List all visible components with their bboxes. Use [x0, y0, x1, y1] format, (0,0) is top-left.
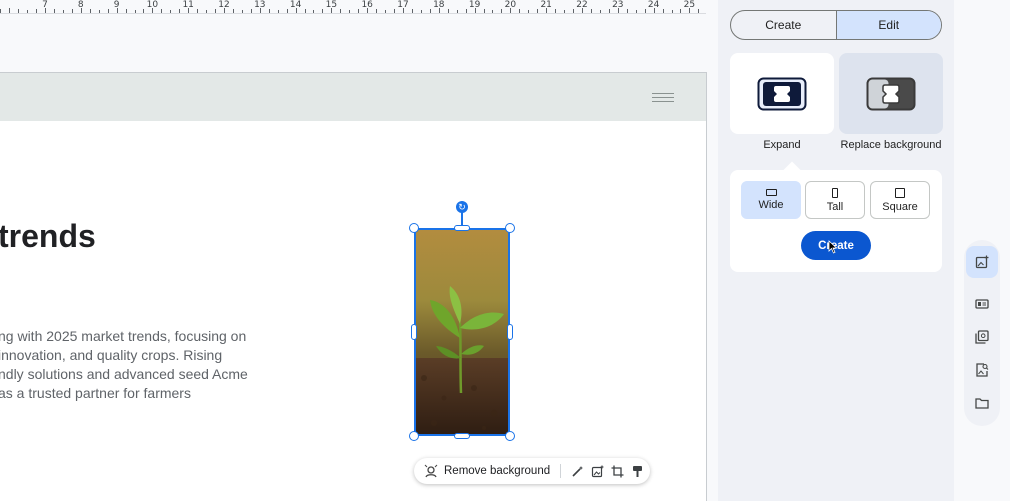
ruler-number: 22 — [576, 0, 588, 10]
crop-icon[interactable] — [610, 462, 626, 480]
replace-background-icon — [866, 77, 916, 110]
size-wide-label: Wide — [758, 199, 784, 211]
layout-icon[interactable] — [966, 288, 998, 320]
resize-handle-top[interactable] — [454, 225, 470, 231]
magic-edit-icon[interactable] — [569, 462, 585, 480]
ruler-number: 21 — [540, 0, 552, 10]
image-search-icon[interactable] — [966, 354, 998, 386]
ruler-number: 7 — [42, 0, 48, 10]
ruler-number: 16 — [361, 0, 373, 10]
aspect-ratio-box: Wide Tall Square Create — [730, 161, 942, 272]
replace-background-option[interactable] — [839, 53, 943, 134]
ruler-ticks — [0, 8, 706, 14]
size-square-label: Square — [882, 200, 918, 213]
resize-handle-bottom-left[interactable] — [409, 431, 419, 441]
ruler-number: 14 — [289, 0, 302, 10]
side-rail — [954, 0, 1010, 501]
document-canvas[interactable]: trends ng with 2025 market trends, focus… — [0, 16, 718, 501]
ruler-number: 13 — [254, 0, 266, 10]
tab-create[interactable]: Create — [731, 11, 836, 39]
generate-image-icon[interactable] — [589, 462, 605, 480]
toolbar-divider — [560, 464, 562, 478]
menu-lines-icon — [652, 93, 674, 103]
remove-background-button[interactable]: Remove background — [444, 465, 550, 477]
resize-handle-left[interactable] — [411, 324, 417, 340]
wide-rect-icon — [765, 189, 777, 196]
format-painter-icon[interactable] — [630, 462, 646, 480]
square-icon — [895, 187, 905, 198]
resize-handle-bottom[interactable] — [454, 433, 470, 439]
ruler-number: 25 — [683, 0, 696, 10]
size-tall-button[interactable]: Tall — [805, 181, 865, 219]
resize-handle-top-right[interactable] — [505, 223, 515, 233]
gallery-icon[interactable] — [966, 321, 998, 353]
selection-frame — [414, 228, 510, 436]
ruler-number: 20 — [504, 0, 517, 10]
ruler-number: 23 — [612, 0, 624, 10]
image-floating-toolbar: Remove background — [414, 458, 650, 484]
tall-rect-icon — [832, 187, 838, 198]
ruler-number: 17 — [397, 0, 409, 10]
ruler-number: 9 — [113, 0, 120, 10]
ruler-number: 18 — [433, 0, 445, 10]
page-heading[interactable]: trends — [0, 218, 96, 255]
expand-label: Expand — [763, 139, 801, 151]
document-page[interactable]: trends ng with 2025 market trends, focus… — [0, 72, 707, 501]
size-square-button[interactable]: Square — [870, 181, 930, 219]
folder-icon[interactable] — [966, 387, 998, 419]
page-header-band — [0, 73, 706, 121]
body-paragraph[interactable]: ng with 2025 market trends, focusing on … — [0, 327, 248, 403]
ruler-number: 8 — [77, 0, 84, 10]
add-image-icon[interactable] — [966, 246, 998, 278]
create-edit-toggle: Create Edit — [730, 10, 942, 40]
rotate-icon[interactable]: ↻ — [456, 201, 468, 213]
expand-icon — [757, 77, 807, 110]
ruler-number: 19 — [468, 0, 481, 10]
ruler-number: 15 — [325, 0, 338, 10]
ruler-number: 10 — [146, 0, 159, 10]
ruler-number: 12 — [218, 0, 230, 10]
rail-button-group — [964, 240, 1000, 426]
size-wide-button[interactable]: Wide — [741, 181, 801, 219]
horizontal-ruler[interactable]: 7 8 9 10 11 12 13 14 15 16 17 18 19 20 21 22 23 24 25 — [0, 0, 706, 16]
size-tall-label: Tall — [826, 200, 844, 213]
replace-background-label: Replace background — [840, 139, 942, 151]
resize-handle-right[interactable] — [507, 324, 513, 340]
expand-option[interactable] — [730, 53, 834, 134]
remove-background-icon[interactable] — [424, 464, 438, 478]
ruler-number: 24 — [647, 0, 660, 10]
selected-image[interactable]: ↻ — [409, 201, 515, 441]
ruler-number: 11 — [182, 0, 194, 10]
caret-pointer — [783, 161, 801, 179]
resize-handle-top-left[interactable] — [409, 223, 419, 233]
image-side-panel: Create Edit Expand Replace background Wi… — [718, 0, 954, 501]
resize-handle-bottom-right[interactable] — [505, 431, 515, 441]
mouse-pointer-icon — [828, 240, 838, 254]
tab-edit[interactable]: Edit — [835, 11, 941, 39]
